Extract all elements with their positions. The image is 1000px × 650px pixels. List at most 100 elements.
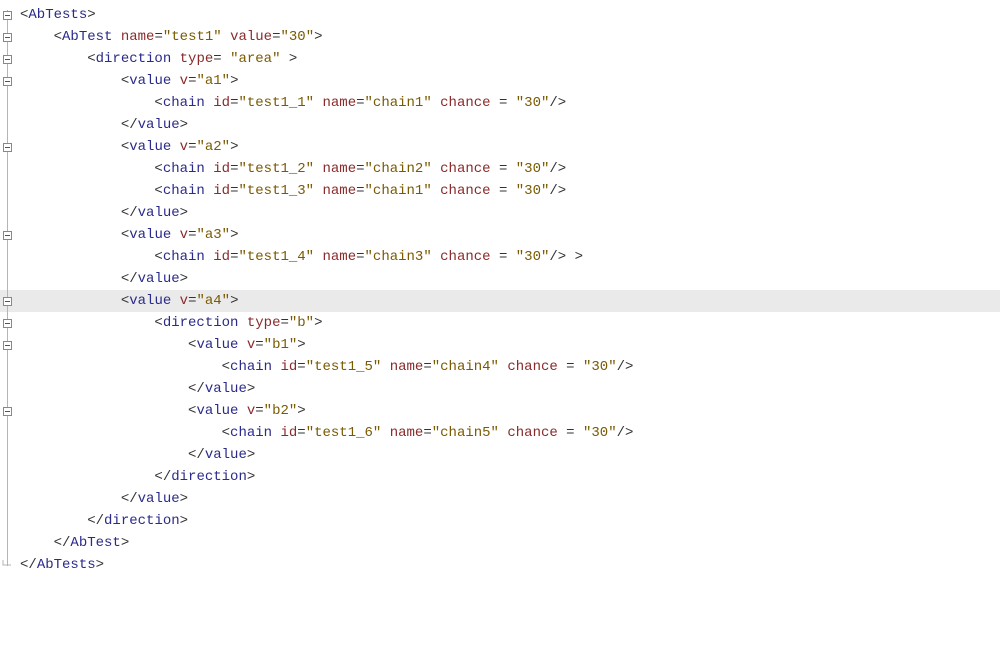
code-line[interactable]: </value>: [20, 114, 1000, 136]
token-tag: value: [138, 271, 180, 287]
code-editor[interactable]: <AbTests> <AbTest name="test1" value="30…: [0, 4, 1000, 576]
token-attr: chance: [440, 183, 490, 199]
token-attr: id: [280, 425, 297, 441]
code-line[interactable]: <direction type="b">: [20, 312, 1000, 334]
code-line[interactable]: <value v="a1">: [20, 70, 1000, 92]
token-pun: <: [154, 95, 162, 111]
token-pun: <: [121, 139, 129, 155]
code-line[interactable]: <value v="a4">: [0, 290, 1000, 312]
token-val: "chain3": [365, 249, 432, 265]
fold-minus-icon[interactable]: [0, 406, 14, 416]
token-attr: v: [180, 73, 188, 89]
token-val: "test1_3": [238, 183, 314, 199]
token-pun: </: [121, 205, 138, 221]
token-pun: =: [213, 51, 230, 67]
token-pun: >: [121, 535, 129, 551]
code-line[interactable]: </AbTest>: [20, 532, 1000, 554]
token-val: "30": [281, 29, 315, 45]
fold-minus-icon[interactable]: [0, 10, 14, 20]
fold-gutter: [0, 4, 16, 576]
fold-minus-icon[interactable]: [0, 76, 14, 86]
token-attr: id: [213, 183, 230, 199]
token-pun: =: [423, 359, 431, 375]
token-val: "a4": [196, 293, 230, 309]
code-line[interactable]: <chain id="test1_1" name="chain1" chance…: [20, 92, 1000, 114]
code-line[interactable]: <direction type= "area" >: [20, 48, 1000, 70]
token-pun: =: [297, 425, 305, 441]
token-tag: AbTest: [70, 535, 120, 551]
token-pun: [238, 403, 246, 419]
fold-minus-icon[interactable]: [0, 296, 14, 306]
token-attr: id: [280, 359, 297, 375]
token-pun: [205, 161, 213, 177]
token-pun: <: [154, 249, 162, 265]
code-line[interactable]: <chain id="test1_4" name="chain3" chance…: [20, 246, 1000, 268]
token-attr: name: [390, 359, 424, 375]
token-pun: <: [222, 425, 230, 441]
token-pun: />: [549, 183, 566, 199]
code-line[interactable]: </direction>: [20, 466, 1000, 488]
token-attr: value: [230, 29, 272, 45]
token-pun: >: [297, 337, 305, 353]
code-line[interactable]: </value>: [20, 488, 1000, 510]
code-line[interactable]: </value>: [20, 444, 1000, 466]
token-pun: <: [121, 227, 129, 243]
token-pun: >: [230, 139, 238, 155]
code-line[interactable]: <value v="b2">: [20, 400, 1000, 422]
code-line[interactable]: </value>: [20, 378, 1000, 400]
fold-minus-icon[interactable]: [0, 54, 14, 64]
token-pun: [112, 29, 120, 45]
code-line[interactable]: </value>: [20, 268, 1000, 290]
token-val: "b1": [264, 337, 298, 353]
token-val: "chain1": [365, 183, 432, 199]
fold-minus-icon[interactable]: [0, 142, 14, 152]
code-line[interactable]: <value v="a3">: [20, 224, 1000, 246]
token-attr: name: [390, 425, 424, 441]
token-pun: <: [222, 359, 230, 375]
code-line[interactable]: <chain id="test1_2" name="chain2" chance…: [20, 158, 1000, 180]
token-tag: value: [196, 403, 238, 419]
code-line[interactable]: <chain id="test1_3" name="chain1" chance…: [20, 180, 1000, 202]
token-pun: [432, 249, 440, 265]
fold-minus-icon[interactable]: [0, 230, 14, 240]
token-pun: [314, 249, 322, 265]
token-val: "chain1": [365, 95, 432, 111]
fold-minus-icon[interactable]: [0, 318, 14, 328]
token-attr: id: [213, 95, 230, 111]
token-pun: >: [180, 271, 188, 287]
token-attr: chance: [440, 249, 490, 265]
code-line[interactable]: <AbTest name="test1" value="30">: [20, 26, 1000, 48]
token-tag: value: [129, 293, 171, 309]
code-line[interactable]: </direction>: [20, 510, 1000, 532]
token-tag: direction: [171, 469, 247, 485]
token-attr: id: [213, 249, 230, 265]
token-pun: [432, 161, 440, 177]
token-val: "chain5": [432, 425, 499, 441]
token-tag: AbTest: [62, 29, 112, 45]
fold-minus-icon[interactable]: [0, 32, 14, 42]
code-line[interactable]: <chain id="test1_6" name="chain5" chance…: [20, 422, 1000, 444]
token-val: "30": [516, 161, 550, 177]
token-tag: AbTests: [37, 557, 96, 573]
token-pun: </: [188, 447, 205, 463]
token-pun: </: [188, 381, 205, 397]
code-line[interactable]: </value>: [20, 202, 1000, 224]
token-pun: />: [617, 425, 634, 441]
fold-minus-icon[interactable]: [0, 340, 14, 350]
token-attr: name: [323, 95, 357, 111]
token-pun: [432, 95, 440, 111]
token-pun: <: [121, 73, 129, 89]
token-val: "chain4": [432, 359, 499, 375]
code-line[interactable]: </AbTests>: [20, 554, 1000, 576]
code-line[interactable]: <AbTests>: [20, 4, 1000, 26]
token-tag: chain: [163, 249, 205, 265]
token-val: "a3": [196, 227, 230, 243]
code-line[interactable]: <value v="a2">: [20, 136, 1000, 158]
token-pun: />: [549, 161, 566, 177]
code-line[interactable]: <value v="b1">: [20, 334, 1000, 356]
code-line[interactable]: <chain id="test1_5" name="chain4" chance…: [20, 356, 1000, 378]
token-pun: </: [54, 535, 71, 551]
token-attr: v: [180, 227, 188, 243]
token-attr: chance: [507, 425, 557, 441]
token-pun: [432, 183, 440, 199]
